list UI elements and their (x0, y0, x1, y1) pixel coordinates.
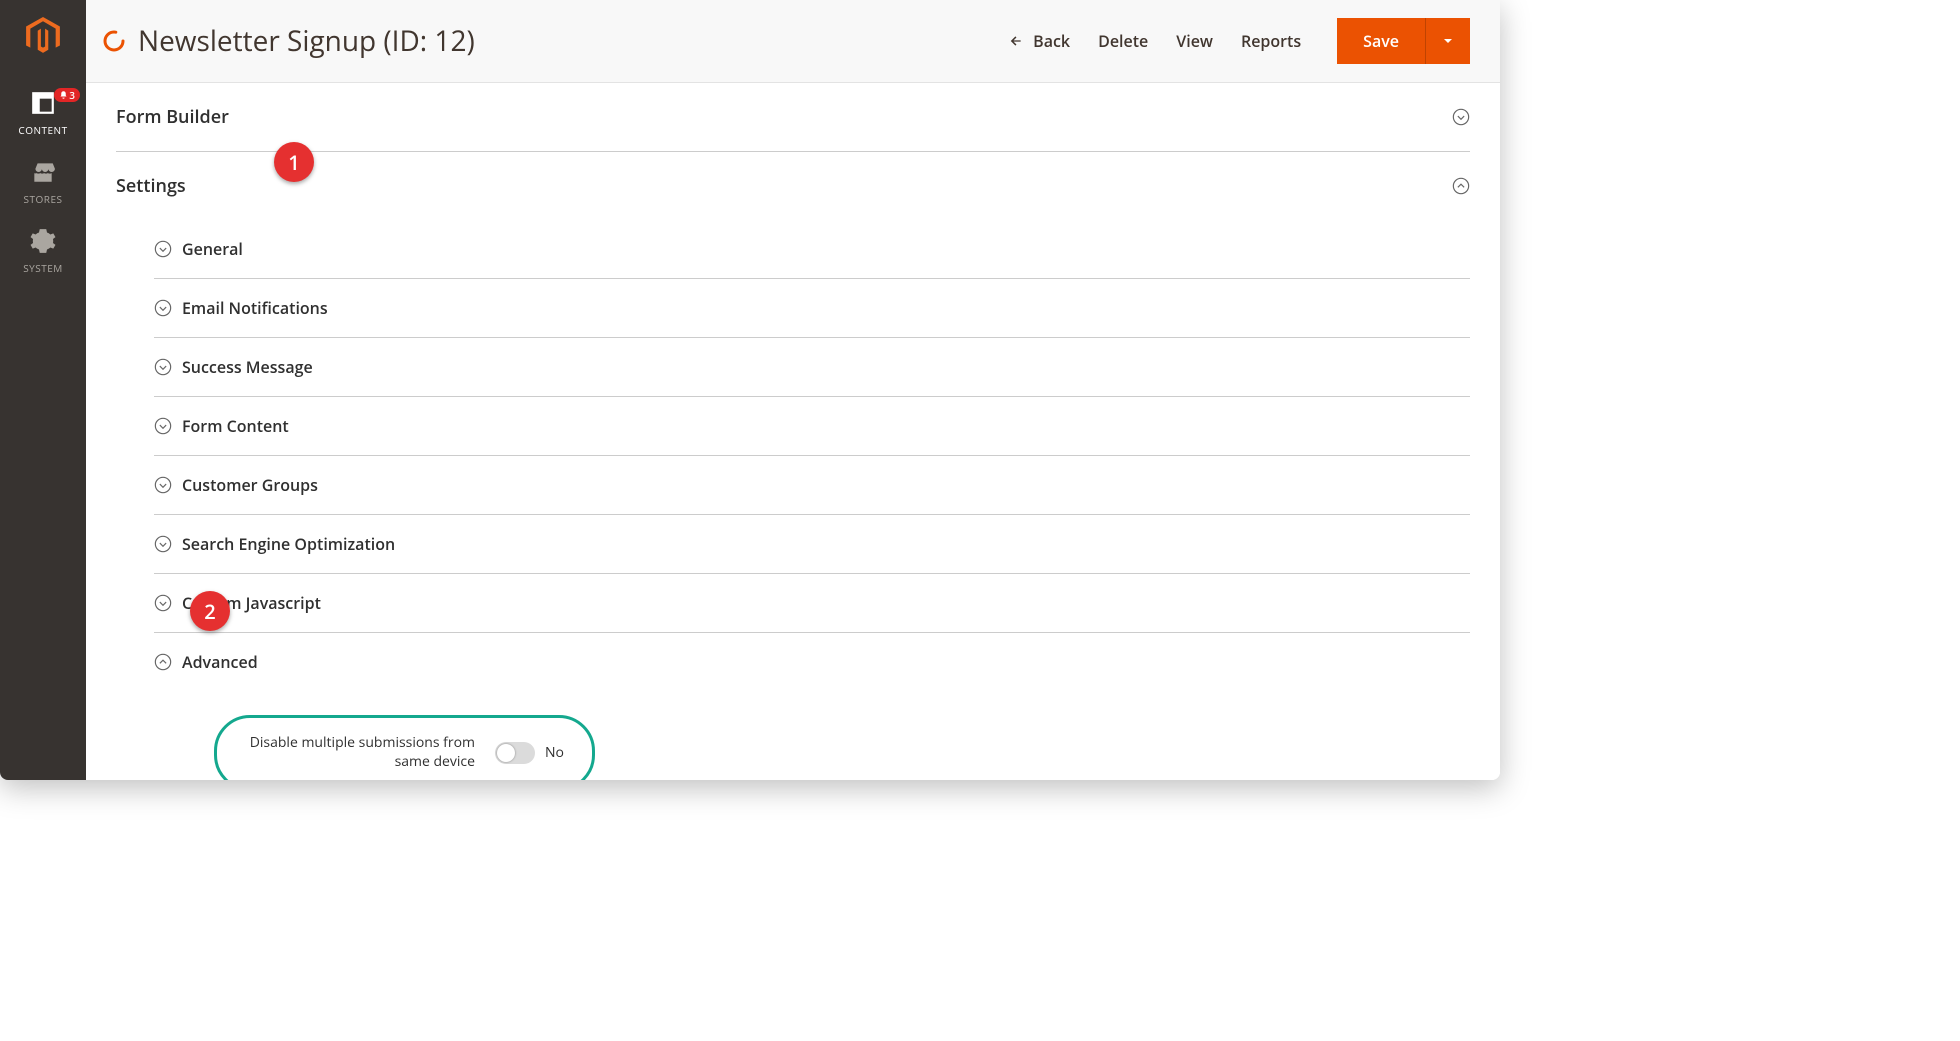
sub-custom-js[interactable]: Custom Javascript (154, 574, 1470, 633)
row-disable-multiple: Disable multiple submissions from same d… (214, 715, 1470, 780)
nav-system-label: SYSTEM (0, 261, 86, 275)
delete-button[interactable]: Delete (1098, 30, 1148, 52)
spinner-icon (102, 29, 126, 53)
chevron-down-icon (154, 417, 172, 435)
stores-icon (0, 159, 86, 188)
section-settings-title: Settings (116, 174, 186, 198)
chevron-down-icon (154, 358, 172, 376)
sub-form-content[interactable]: Form Content (154, 397, 1470, 456)
sub-general[interactable]: General (154, 220, 1470, 279)
notification-badge[interactable]: 3 (54, 88, 80, 102)
section-form-builder-title: Form Builder (116, 105, 229, 129)
save-button[interactable]: Save (1337, 18, 1425, 64)
toggle-thumb (497, 744, 515, 762)
back-button[interactable]: Back (1007, 30, 1070, 52)
sub-general-label: General (182, 238, 243, 260)
toggle-value: No (545, 743, 564, 762)
nav-content-label: CONTENT (0, 123, 86, 137)
nav-stores[interactable]: STORES (0, 151, 86, 220)
section-form-builder[interactable]: Form Builder (116, 83, 1470, 152)
page-title: Newsletter Signup (ID: 12) (138, 22, 999, 60)
reports-button[interactable]: Reports (1241, 30, 1301, 52)
page-header: Newsletter Signup (ID: 12) Back Delete V… (86, 0, 1500, 83)
sub-form-content-label: Form Content (182, 415, 289, 437)
header-actions: Back Delete View Reports Save (1007, 18, 1470, 64)
save-button-group: Save (1337, 18, 1470, 64)
sub-seo[interactable]: Search Engine Optimization (154, 515, 1470, 574)
arrow-left-icon (1007, 34, 1025, 48)
sub-email-notifications[interactable]: Email Notifications (154, 279, 1470, 338)
notification-count: 3 (69, 89, 75, 101)
sub-advanced-label: Advanced (182, 651, 258, 673)
nav-stores-label: STORES (0, 192, 86, 206)
main-area: 1 2 Newsletter Signup (ID: 12) Back Dele… (86, 0, 1500, 780)
sub-advanced[interactable]: Advanced (154, 633, 1470, 691)
gear-icon (0, 228, 86, 257)
sub-customer-groups-label: Customer Groups (182, 474, 318, 496)
settings-subsections: General Email Notifications Success Mess… (116, 220, 1470, 780)
highlight-oval: Disable multiple submissions from same d… (214, 715, 595, 780)
sub-success-message[interactable]: Success Message (154, 338, 1470, 397)
nav-content[interactable]: CONTENT 3 (0, 82, 86, 151)
annotation-2: 2 (190, 591, 230, 631)
content-area: Form Builder Settings General Email (86, 83, 1500, 780)
disable-multiple-toggle[interactable]: No (495, 742, 564, 764)
save-dropdown-button[interactable] (1425, 18, 1470, 64)
view-button[interactable]: View (1176, 30, 1213, 52)
section-settings[interactable]: Settings (116, 152, 1470, 220)
disable-multiple-label: Disable multiple submissions from same d… (231, 734, 495, 772)
sub-email-notifications-label: Email Notifications (182, 297, 328, 319)
magento-logo[interactable] (22, 12, 64, 60)
nav-system[interactable]: SYSTEM (0, 220, 86, 289)
chevron-down-icon (154, 299, 172, 317)
sub-success-message-label: Success Message (182, 356, 313, 378)
chevron-down-icon (1452, 108, 1470, 126)
chevron-down-icon (154, 594, 172, 612)
sub-customer-groups[interactable]: Customer Groups (154, 456, 1470, 515)
chevron-down-icon (154, 240, 172, 258)
caret-down-icon (1442, 35, 1454, 47)
chevron-up-icon (154, 653, 172, 671)
admin-sidebar: CONTENT 3 STORES SYSTEM (0, 0, 86, 780)
sub-seo-label: Search Engine Optimization (182, 533, 395, 555)
chevron-up-icon (1452, 177, 1470, 195)
chevron-down-icon (154, 535, 172, 553)
toggle-track[interactable] (495, 742, 535, 764)
advanced-form: Disable multiple submissions from same d… (154, 691, 1470, 780)
chevron-down-icon (154, 476, 172, 494)
annotation-1: 1 (274, 142, 314, 182)
